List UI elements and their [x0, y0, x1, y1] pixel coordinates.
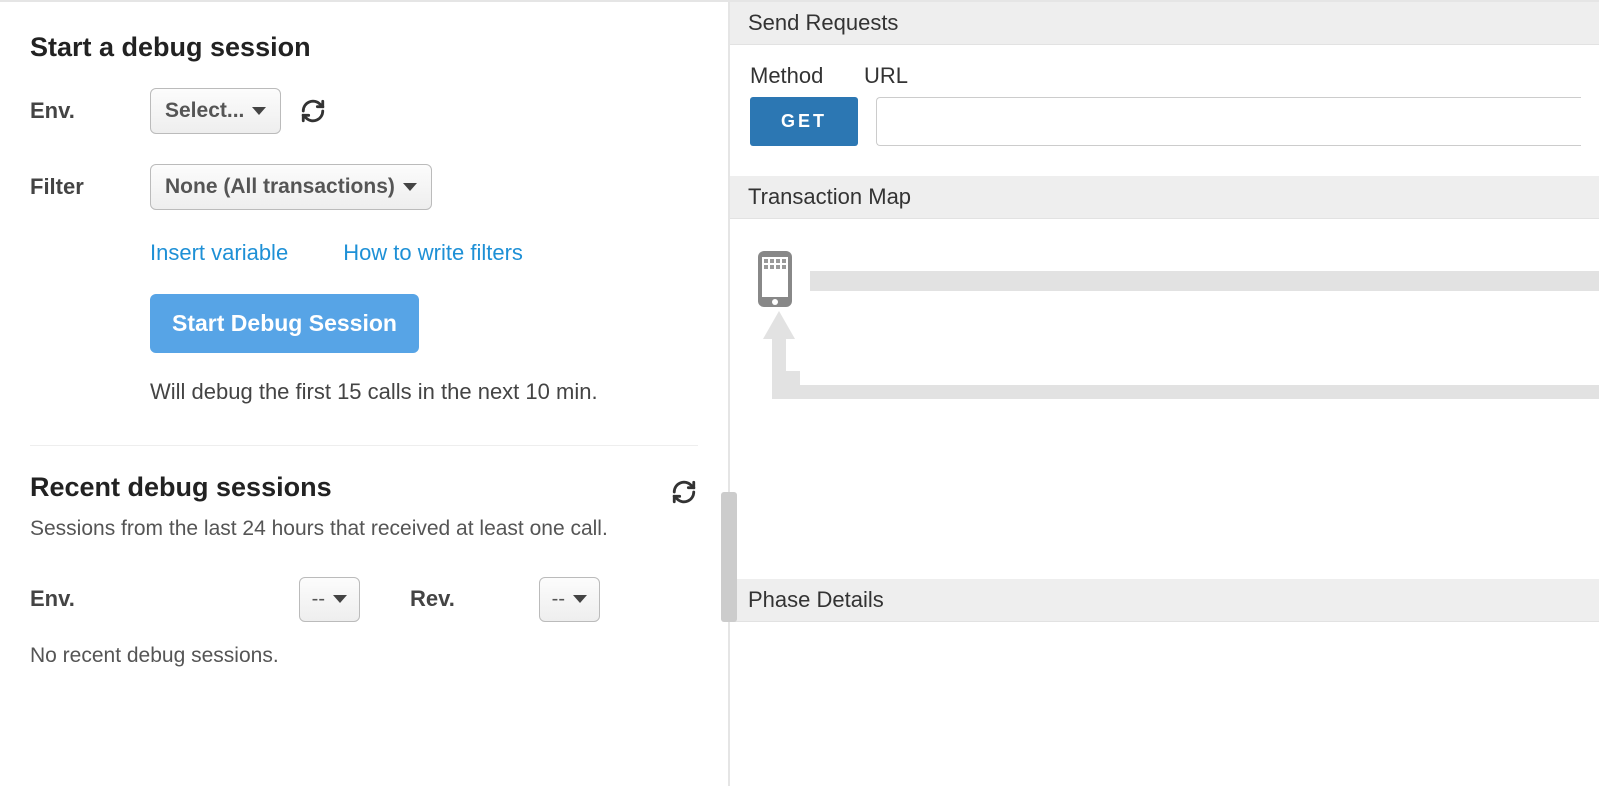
flow-return-bar — [772, 385, 1599, 399]
recent-refresh-icon[interactable] — [670, 478, 698, 506]
flow-request-bar — [810, 271, 1599, 291]
phase-details-body — [730, 622, 1599, 786]
recent-env-dropdown[interactable]: -- — [299, 577, 360, 622]
flow-arrow-icon — [763, 311, 795, 339]
url-input[interactable] — [876, 97, 1581, 146]
caret-down-icon — [403, 183, 417, 191]
recent-env-label: Env. — [30, 586, 75, 612]
env-select-value: Select... — [165, 99, 244, 123]
env-refresh-icon[interactable] — [299, 97, 327, 125]
env-label: Env. — [30, 98, 150, 124]
start-debug-hint: Will debug the first 15 calls in the nex… — [150, 379, 698, 405]
recent-env-value: -- — [312, 588, 325, 611]
recent-sessions-title: Recent debug sessions — [30, 472, 332, 503]
filter-select-dropdown[interactable]: None (All transactions) — [150, 164, 432, 210]
url-label: URL — [864, 63, 908, 89]
caret-down-icon — [333, 595, 347, 603]
start-debug-title: Start a debug session — [30, 32, 698, 63]
filter-select-value: None (All transactions) — [165, 175, 395, 199]
insert-variable-link[interactable]: Insert variable — [150, 240, 288, 266]
recent-sessions-subtext: Sessions from the last 24 hours that rec… — [30, 511, 698, 547]
transaction-map-header: Transaction Map — [730, 176, 1599, 219]
send-requests-header: Send Requests — [730, 2, 1599, 45]
env-select-dropdown[interactable]: Select... — [150, 88, 281, 134]
recent-rev-value: -- — [552, 588, 565, 611]
caret-down-icon — [573, 595, 587, 603]
phone-icon — [754, 249, 796, 309]
start-debug-session-button[interactable]: Start Debug Session — [150, 294, 419, 353]
no-recent-sessions-text: No recent debug sessions. — [30, 644, 698, 668]
transaction-map-body — [730, 219, 1599, 579]
method-select-button[interactable]: GET — [750, 97, 858, 146]
caret-down-icon — [252, 107, 266, 115]
how-to-write-filters-link[interactable]: How to write filters — [343, 240, 523, 266]
section-divider — [30, 445, 698, 446]
recent-rev-dropdown[interactable]: -- — [539, 577, 600, 622]
recent-rev-label: Rev. — [410, 586, 455, 612]
filter-label: Filter — [30, 174, 150, 200]
method-label: Method — [750, 63, 846, 89]
phase-details-header: Phase Details — [730, 579, 1599, 622]
